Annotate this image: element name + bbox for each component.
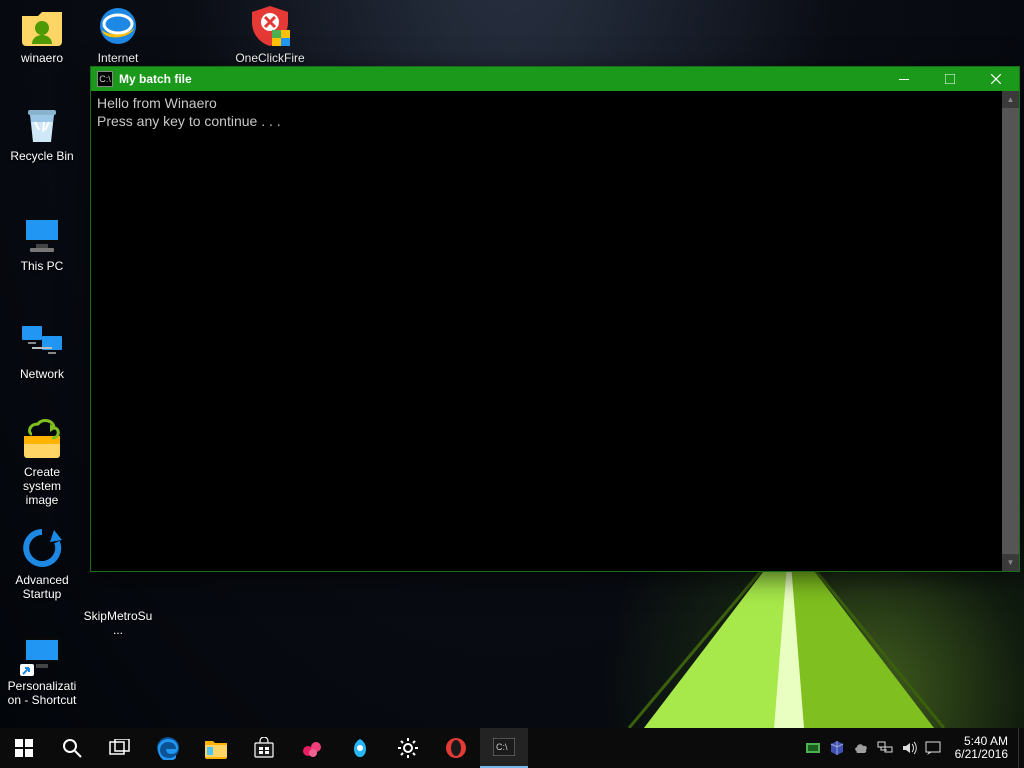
cmd-icon: C:\ [97, 71, 113, 87]
taskbar-clock[interactable]: 5:40 AM 6/21/2016 [945, 728, 1018, 768]
taskbar-edge[interactable] [144, 728, 192, 768]
desktop-icon-label: This PC [4, 260, 80, 274]
desktop-icon-create-system-image[interactable]: Create system image [4, 416, 80, 507]
tray-gpu-icon[interactable] [801, 728, 825, 768]
scroll-thumb[interactable] [1002, 108, 1019, 554]
desktop-icon-label: Personalization - Shortcut [4, 680, 80, 708]
desktop-icon-recycle-bin[interactable]: Recycle Bin [4, 100, 80, 164]
command-prompt-window[interactable]: C:\ My batch file Hello from Winaero Pre… [90, 66, 1020, 572]
desktop-icon-label: winaero [4, 52, 80, 66]
backup-icon [18, 416, 66, 464]
search-button[interactable] [48, 728, 96, 768]
desktop-icon-advanced-startup[interactable]: Advanced Startup [4, 524, 80, 602]
show-desktop-button[interactable] [1018, 728, 1024, 768]
desktop-icon-label: Create system image [4, 466, 80, 507]
taskbar-settings[interactable] [384, 728, 432, 768]
task-view-button[interactable] [96, 728, 144, 768]
tray-volume-icon[interactable] [897, 728, 921, 768]
taskbar-store[interactable] [240, 728, 288, 768]
taskbar-app-pink[interactable] [288, 728, 336, 768]
ie-icon [94, 2, 142, 50]
shield-icon [246, 2, 294, 50]
desktop-icon-label: Internet [80, 52, 156, 66]
monitor-shortcut-icon [18, 630, 66, 678]
computer-icon [18, 210, 66, 258]
svg-text:C:\: C:\ [496, 742, 508, 752]
clock-date: 6/21/2016 [955, 748, 1008, 761]
taskbar-app-blue[interactable] [336, 728, 384, 768]
taskbar-opera[interactable] [432, 728, 480, 768]
desktop-icon-network[interactable]: Network [4, 318, 80, 382]
desktop-icon-label: Advanced Startup [4, 574, 80, 602]
console-line: Press any key to continue . . . [97, 113, 1013, 131]
refresh-icon [18, 524, 66, 572]
maximize-button[interactable] [927, 67, 973, 91]
minimize-button[interactable] [881, 67, 927, 91]
scroll-down-arrow[interactable]: ▼ [1002, 554, 1019, 571]
desktop-icon-label: Recycle Bin [4, 150, 80, 164]
user-folder-icon [18, 2, 66, 50]
console-line: Hello from Winaero [97, 95, 1013, 113]
tray-network-icon[interactable] [873, 728, 897, 768]
network-icon [18, 318, 66, 366]
desktop-icon-personalization[interactable]: Personalization - Shortcut [4, 630, 80, 708]
close-button[interactable] [973, 67, 1019, 91]
tray-action-center-icon[interactable] [921, 728, 945, 768]
scroll-track[interactable] [1002, 108, 1019, 554]
console-output[interactable]: Hello from Winaero Press any key to cont… [91, 91, 1019, 571]
tray-onedrive-icon[interactable] [849, 728, 873, 768]
desktop-icon-this-pc[interactable]: This PC [4, 210, 80, 274]
desktop-icon-label: Network [4, 368, 80, 382]
scroll-up-arrow[interactable]: ▲ [1002, 91, 1019, 108]
window-title: My batch file [119, 72, 192, 86]
tray-cube-icon[interactable] [825, 728, 849, 768]
desktop-icon-label: SkipMetroSu... [80, 610, 156, 638]
system-tray[interactable]: 5:40 AM 6/21/2016 [801, 728, 1024, 768]
desktop-icon-winaero[interactable]: winaero [4, 2, 80, 66]
vertical-scrollbar[interactable]: ▲ ▼ [1002, 91, 1019, 571]
start-button[interactable] [0, 728, 48, 768]
taskbar[interactable]: C:\ 5:40 AM 6/21/2016 [0, 728, 1024, 768]
window-titlebar[interactable]: C:\ My batch file [91, 67, 1019, 91]
taskbar-cmd[interactable]: C:\ [480, 728, 528, 768]
recycle-bin-icon [18, 100, 66, 148]
desktop-icon-internet-explorer[interactable]: Internet [80, 2, 156, 66]
taskbar-file-explorer[interactable] [192, 728, 240, 768]
